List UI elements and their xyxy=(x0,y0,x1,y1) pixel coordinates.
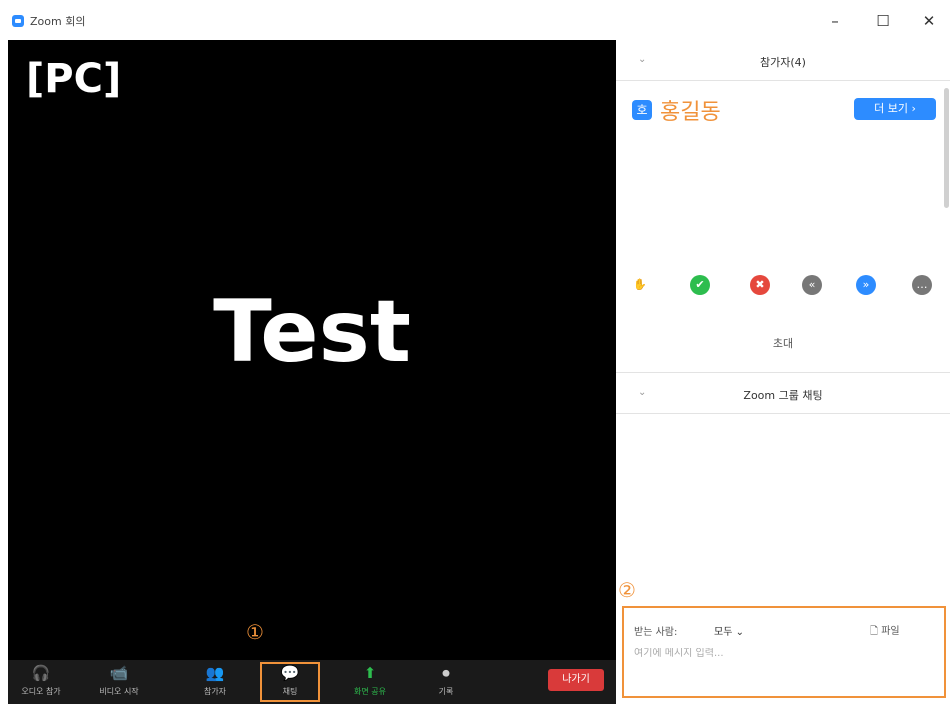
zoom-app-icon xyxy=(12,15,24,27)
video-area: [PC] Test ① 🎧 오디오 참가 📹 비디오 시작 👥 참가자 💬 채팅… xyxy=(8,40,616,704)
start-video-button[interactable]: 📹 비디오 시작 xyxy=(88,664,150,697)
headphones-icon: 🎧 xyxy=(31,664,51,682)
record-button[interactable]: ⏺ 기록 xyxy=(426,664,466,697)
yes-icon[interactable]: ✔ xyxy=(690,275,710,295)
join-audio-label: 오디오 참가 xyxy=(21,687,61,696)
invite-button[interactable]: 초대 xyxy=(616,335,950,351)
participants-title: 참가자(4) xyxy=(760,56,806,69)
participants-icon: 👥 xyxy=(205,664,225,682)
side-panel: ⌄ 참가자(4) 호 홍길동 더 보기 › ✋ ✔ ✖ « » … 초대 ⌄ Z… xyxy=(616,40,950,705)
share-screen-label: 화면 공유 xyxy=(354,687,386,696)
window-title: Zoom 회의 xyxy=(30,15,86,28)
no-icon[interactable]: ✖ xyxy=(750,275,770,295)
start-video-label: 비디오 시작 xyxy=(99,687,139,696)
join-audio-button[interactable]: 🎧 오디오 참가 xyxy=(12,664,70,697)
record-label: 기록 xyxy=(438,687,454,696)
more-icon[interactable]: … xyxy=(912,275,932,295)
to-label: 받는 사람: xyxy=(634,627,678,638)
host-badge-icon: 호 xyxy=(632,100,652,120)
participant-name-display: Test xyxy=(213,282,411,382)
faster-icon[interactable]: » xyxy=(856,275,876,295)
participants-header: ⌄ 참가자(4) xyxy=(616,40,950,81)
pc-corner-label: [PC] xyxy=(26,56,122,102)
file-button[interactable]: 🗋 파일 xyxy=(870,622,900,641)
participants-button[interactable]: 👥 참가자 xyxy=(192,664,238,697)
message-input[interactable] xyxy=(634,648,924,659)
chat-compose-box: 받는 사람: 모두 ⌄ 🗋 파일 xyxy=(622,606,946,698)
leave-button[interactable]: 나가기 xyxy=(548,669,604,691)
share-screen-icon: ⬆ xyxy=(363,664,377,682)
close-button[interactable]: ✕ xyxy=(914,8,944,34)
more-button[interactable]: 더 보기 › xyxy=(854,98,936,120)
chat-title: Zoom 그룹 채팅 xyxy=(743,389,823,402)
meeting-toolbar: 🎧 오디오 참가 📹 비디오 시작 👥 참가자 💬 채팅 ⬆ 화면 공유 ⏺ 기… xyxy=(8,660,616,704)
raise-hand-icon[interactable]: ✋ xyxy=(630,275,650,295)
participants-scrollbar[interactable] xyxy=(944,88,949,208)
callout-one: ① xyxy=(246,620,264,644)
chat-highlight-box xyxy=(260,662,320,702)
video-off-icon: 📹 xyxy=(109,664,129,682)
reactions-row: ✋ ✔ ✖ « » … xyxy=(630,275,940,299)
chat-header: ⌄ Zoom 그룹 채팅 xyxy=(616,372,950,414)
record-icon: ⏺ xyxy=(442,664,450,682)
minimize-button[interactable]: – xyxy=(820,8,850,34)
share-screen-button[interactable]: ⬆ 화면 공유 xyxy=(342,664,398,697)
host-name: 홍길동 xyxy=(660,100,721,125)
recipient-dropdown[interactable]: 모두 ⌄ xyxy=(714,623,744,638)
maximize-button[interactable]: ☐ xyxy=(868,8,898,34)
title-bar: Zoom 회의 – ☐ ✕ xyxy=(0,0,950,40)
participants-label: 참가자 xyxy=(203,687,227,696)
slower-icon[interactable]: « xyxy=(802,275,822,295)
callout-two: ② xyxy=(618,578,636,602)
